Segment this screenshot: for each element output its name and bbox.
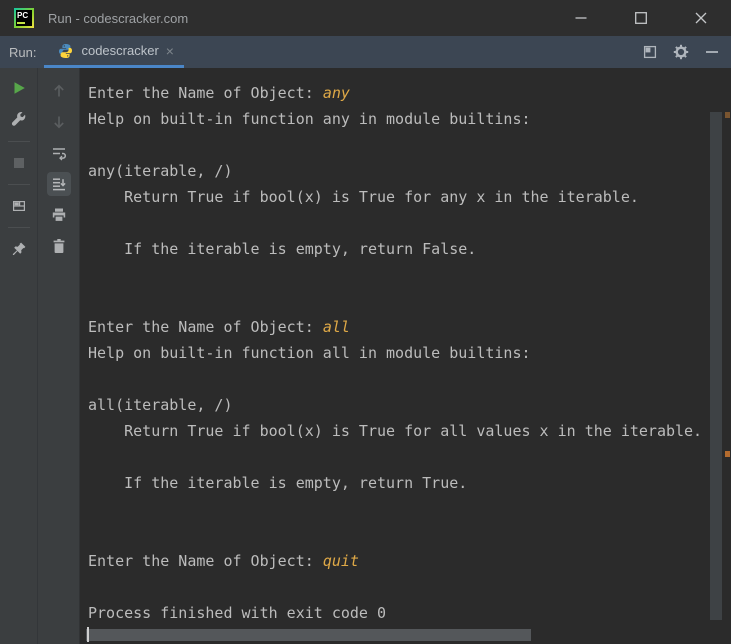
console-line: Enter the Name of Object: all	[88, 314, 731, 340]
console-output-text: Return True if bool(x) is True for any x…	[88, 188, 639, 206]
console-output-text: Help on built-in function any in module …	[88, 110, 531, 128]
pycharm-run-window: PC Run - codescracker.com Run: codescrac…	[0, 0, 731, 644]
console-line: Return True if bool(x) is True for any x…	[88, 184, 731, 210]
vertical-scrollbar-thumb[interactable]	[710, 112, 722, 620]
toolbar-separator	[7, 184, 30, 185]
text-caret	[87, 627, 89, 642]
close-button[interactable]	[671, 0, 731, 36]
scrollbar-stripe-mark	[725, 451, 730, 457]
settings-gear-icon[interactable]	[672, 43, 690, 61]
pycharm-logo-icon: PC	[14, 8, 34, 28]
user-input-text: any	[322, 84, 350, 102]
python-icon	[58, 43, 74, 59]
pin-tab-icon[interactable]	[7, 237, 31, 261]
window-controls	[551, 0, 731, 36]
console-output-text: Return True if bool(x) is True for all v…	[88, 422, 703, 440]
console-output-text: Enter the Name of Object:	[88, 84, 323, 102]
tab-codescracker[interactable]: codescracker ×	[44, 36, 184, 68]
titlebar: PC Run - codescracker.com	[0, 0, 731, 36]
clear-all-icon[interactable]	[47, 234, 71, 258]
run-toolbar	[0, 68, 80, 644]
console-panel[interactable]: Enter the Name of Object: any Help on bui…	[80, 68, 731, 644]
console-output-text: Enter the Name of Object:	[88, 318, 323, 336]
settings-wrench-icon[interactable]	[7, 108, 31, 132]
console-line: Enter the Name of Object: quit	[88, 548, 731, 574]
print-icon[interactable]	[47, 203, 71, 227]
pycharm-logo-text: PC	[17, 11, 29, 20]
console-output-text: Enter the Name of Object:	[88, 552, 323, 570]
user-input-text: quit	[322, 552, 359, 570]
console-output-text: all(iterable, /)	[88, 396, 233, 414]
soft-wrap-icon[interactable]	[47, 141, 71, 165]
toolbar-separator	[7, 141, 30, 142]
run-tabbar: Run: codescracker ×	[0, 36, 731, 68]
console-line: Process finished with exit code 0	[88, 600, 731, 626]
console-output-text: If the iterable is empty, return False.	[88, 240, 477, 258]
user-input-text: all	[322, 318, 350, 336]
console-output: Enter the Name of Object: any Help on bui…	[80, 68, 731, 626]
console-output-text: Help on built-in function all in module …	[88, 344, 531, 362]
window-title: Run - codescracker.com	[48, 10, 189, 26]
console-actions-column	[37, 68, 79, 644]
toolbar-separator	[7, 227, 30, 228]
console-line: Enter the Name of Object: any	[88, 80, 731, 106]
scroll-to-end-icon[interactable]	[46, 172, 71, 196]
restore-window-icon[interactable]	[641, 43, 659, 61]
tabbar-actions	[641, 36, 731, 68]
console-output-text: Process finished with exit code 0	[88, 604, 387, 622]
up-stack-trace-icon[interactable]	[47, 79, 71, 103]
console-output-text: If the iterable is empty, return True.	[88, 474, 468, 492]
run-actions-column	[0, 68, 37, 644]
run-label: Run:	[9, 44, 37, 60]
console-output-text: any(iterable, /)	[88, 162, 233, 180]
scrollbar-stripe-mark	[725, 112, 730, 118]
maximize-button[interactable]	[611, 0, 671, 36]
console-line: all(iterable, /)	[88, 392, 731, 418]
console-line: any(iterable, /)	[88, 158, 731, 184]
restore-layout-icon[interactable]	[7, 194, 31, 218]
console-line: If the iterable is empty, return True.	[88, 470, 731, 496]
console-line: Help on built-in function any in module …	[88, 106, 731, 132]
console-line: Help on built-in function all in module …	[88, 340, 731, 366]
tab-close-icon[interactable]: ×	[166, 44, 174, 58]
hide-icon[interactable]	[703, 43, 721, 61]
rerun-icon[interactable]	[7, 76, 31, 100]
console-line: Return True if bool(x) is True for all v…	[88, 418, 731, 444]
down-stack-trace-icon[interactable]	[47, 110, 71, 134]
stop-icon[interactable]	[7, 151, 31, 175]
tab-label: codescracker	[81, 43, 159, 58]
horizontal-scrollbar-thumb[interactable]	[86, 629, 531, 641]
minimize-button[interactable]	[551, 0, 611, 36]
console-line: If the iterable is empty, return False.	[88, 236, 731, 262]
